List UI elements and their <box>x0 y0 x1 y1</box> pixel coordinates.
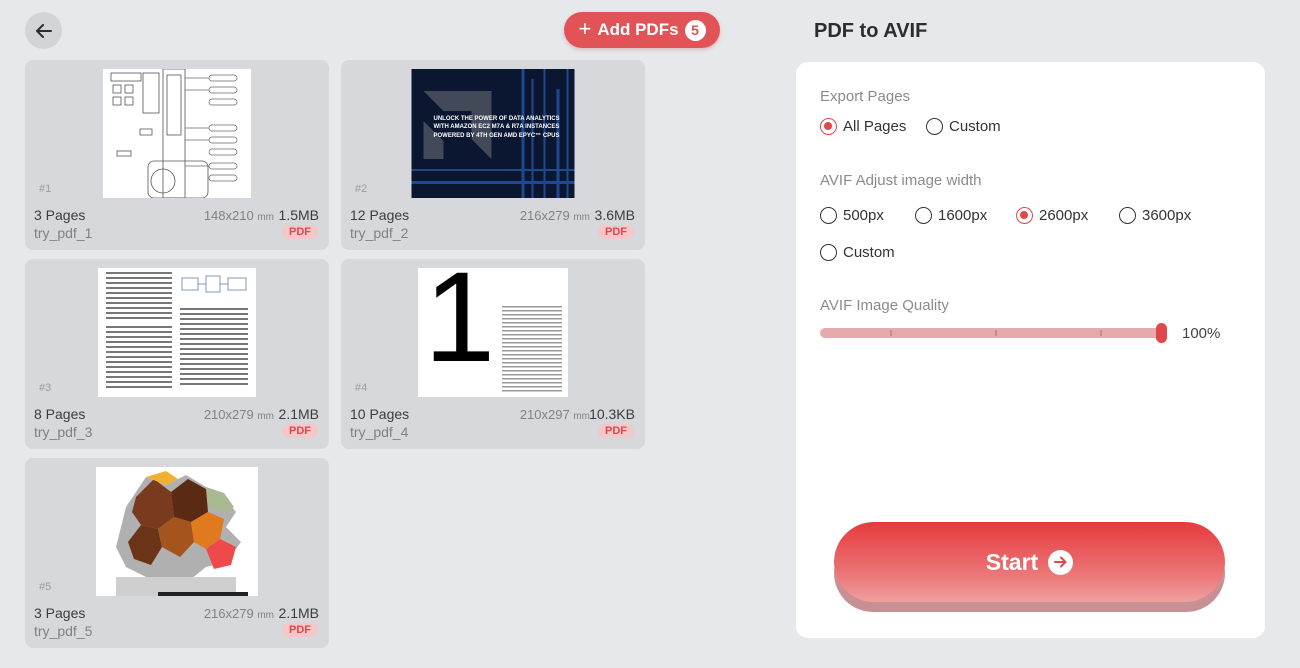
radio-label: Custom <box>949 118 1001 135</box>
pdf-file-size: 10.3KB <box>589 406 635 422</box>
arrow-left-icon <box>35 23 52 38</box>
pdf-page-count: 3 Pages <box>34 207 86 223</box>
radio-label: 3600px <box>1142 207 1192 224</box>
export-custom-radio[interactable]: Custom <box>926 118 1001 135</box>
plus-icon: + <box>578 16 592 41</box>
pdf-type-badge: PDF <box>282 424 318 438</box>
radio-unselected-icon <box>915 207 932 224</box>
start-label: Start <box>985 548 1039 575</box>
add-pdfs-button[interactable]: + Add PDFs 5 <box>564 12 720 48</box>
quality-value: 100% <box>1182 325 1221 342</box>
pdf-page-count: 8 Pages <box>34 406 86 422</box>
pdf-thumbnail <box>96 467 258 596</box>
pdf-thumbnail <box>98 268 256 397</box>
pdf-count-badge: 5 <box>684 19 706 41</box>
add-pdfs-label: Add PDFs <box>597 20 679 39</box>
width-3600px-radio[interactable]: 3600px <box>1119 207 1191 224</box>
quality-slider[interactable] <box>820 323 1167 343</box>
slider-tick <box>995 330 997 336</box>
pdf-page-count: 10 Pages <box>350 406 410 422</box>
radio-unselected-icon <box>1119 207 1136 224</box>
pdf-file-size: 3.6MB <box>594 207 635 223</box>
pdf-index: #2 <box>355 183 368 195</box>
pdf-dimensions: 210x279 mm <box>203 407 274 422</box>
radio-label: 1600px <box>938 207 988 224</box>
arrow-right-circle-icon <box>1048 549 1074 575</box>
pdf-type-badge: PDF <box>598 424 634 438</box>
pdf-card-5[interactable]: #5 3 Pages try_pdf_5 216x279 mm 2.1MB PD… <box>25 458 329 648</box>
pdf-dimensions: 216x279 mm <box>203 606 274 621</box>
back-button[interactable] <box>25 12 62 49</box>
pdf-filename: try_pdf_1 <box>34 225 93 241</box>
pdf-dimensions: 210x297 mm <box>519 407 590 422</box>
pdf-page-count: 3 Pages <box>34 605 86 621</box>
width-label: AVIF Adjust image width <box>820 172 982 189</box>
pdf-type-badge: PDF <box>598 225 634 239</box>
radio-label: 500px <box>843 207 884 224</box>
slider-tick <box>1100 330 1102 336</box>
pdf-card-4[interactable]: 1 #4 10 Pages try_pdf_4 210x297 mm 10.3K… <box>341 259 645 449</box>
pdf-file-size: 2.1MB <box>278 605 319 621</box>
width-1600px-radio[interactable]: 1600px <box>915 207 987 224</box>
panel-title: PDF to AVIF <box>814 20 928 42</box>
pdf-card-3[interactable]: #3 8 Pages try_pdf_3 210x279 mm 2.1MB PD… <box>25 259 329 449</box>
radio-unselected-icon <box>820 207 837 224</box>
pdf-file-size: 2.1MB <box>278 406 319 422</box>
pdf-page-count: 12 Pages <box>350 207 410 223</box>
pdf-dimensions: 216x279 mm <box>519 208 590 223</box>
pdf-thumbnail: 1 <box>418 268 568 397</box>
pdf-index: #5 <box>39 581 52 593</box>
width-custom-radio[interactable]: Custom <box>820 244 895 261</box>
pdf-filename: try_pdf_2 <box>350 225 409 241</box>
pdf-filename: try_pdf_5 <box>34 623 93 639</box>
width-500px-radio[interactable]: 500px <box>820 207 884 224</box>
pdf-type-badge: PDF <box>282 225 318 239</box>
pdf-card-2[interactable]: UNLOCK THE POWER OF DATA ANALYTICS WITH … <box>341 60 645 250</box>
radio-selected-icon <box>820 118 837 135</box>
pdf-file-size: 1.5MB <box>278 207 319 223</box>
pdf-card-1[interactable]: #1 3 Pages try_pdf_1 148x210 mm 1.5MB PD… <box>25 60 329 250</box>
slider-handle[interactable] <box>1156 323 1167 343</box>
pdf-index: #3 <box>39 382 52 394</box>
pdf-type-badge: PDF <box>282 623 318 637</box>
pdf-index: #4 <box>355 382 368 394</box>
slider-tick <box>890 330 892 336</box>
pdf-thumbnail: UNLOCK THE POWER OF DATA ANALYTICS WITH … <box>411 69 575 198</box>
radio-selected-icon <box>1016 207 1033 224</box>
radio-label: 2600px <box>1039 207 1089 224</box>
pdf-index: #1 <box>39 183 52 195</box>
radio-unselected-icon <box>820 244 837 261</box>
pdf-thumbnail <box>103 69 251 198</box>
thumbnail-text: UNLOCK THE POWER OF DATA ANALYTICS WITH … <box>433 116 560 139</box>
settings-panel: Export Pages All Pages Custom AVIF Adjus… <box>796 62 1265 638</box>
pdf-filename: try_pdf_3 <box>34 424 93 440</box>
radio-label: All Pages <box>843 118 907 135</box>
export-pages-label: Export Pages <box>820 88 911 105</box>
export-all-pages-radio[interactable]: All Pages <box>820 118 906 135</box>
radio-label: Custom <box>843 244 895 261</box>
width-2600px-radio[interactable]: 2600px <box>1016 207 1088 224</box>
radio-unselected-icon <box>926 118 943 135</box>
quality-label: AVIF Image Quality <box>820 297 949 314</box>
pdf-filename: try_pdf_4 <box>350 424 409 440</box>
pdf-dimensions: 148x210 mm <box>203 208 274 223</box>
start-button[interactable]: Start <box>834 522 1225 602</box>
